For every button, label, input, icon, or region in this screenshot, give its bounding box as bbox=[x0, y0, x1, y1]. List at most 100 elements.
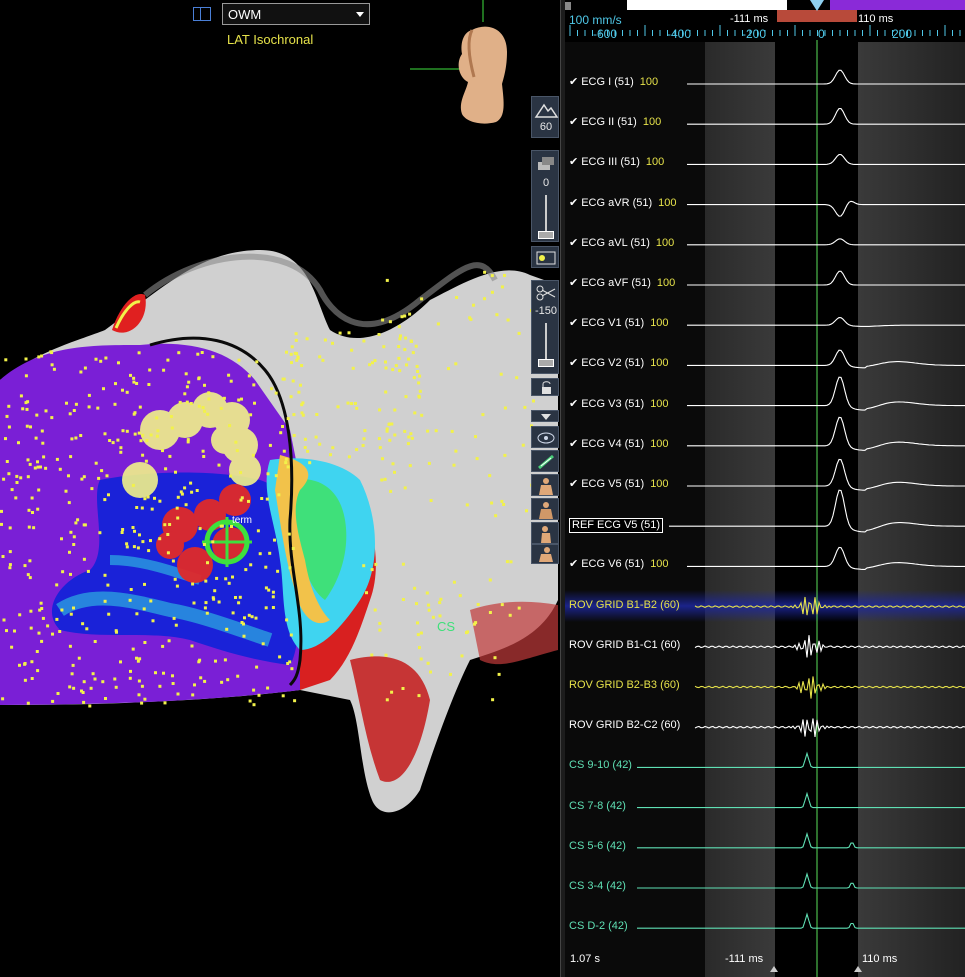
slider-handle[interactable] bbox=[538, 359, 554, 367]
trace-label[interactable]: CS 5-6 (42) bbox=[569, 840, 626, 853]
map-select-dropdown[interactable]: OWM bbox=[222, 3, 370, 25]
trace-waveform bbox=[637, 791, 965, 809]
lock-button[interactable] bbox=[531, 378, 559, 396]
trace-label[interactable]: ✔ ECG V3 (51) 100 bbox=[569, 398, 669, 411]
trace-name: ECG V3 (51) bbox=[581, 397, 645, 410]
ecg-trace-panel[interactable]: 100 mm/s -111 ms 110 ms -600 -400 -200 0… bbox=[565, 0, 965, 977]
opacity-button[interactable]: 60 bbox=[531, 96, 559, 138]
anatomy-map[interactable]: CS term bbox=[0, 0, 560, 977]
map-3d-viewport[interactable]: CS term OWM LAT Isochronal 60 0 -150 bbox=[0, 0, 560, 977]
trace-waveform bbox=[687, 349, 965, 369]
mountain-icon bbox=[534, 103, 559, 118]
check-icon[interactable]: ✔ bbox=[569, 558, 578, 570]
eye-view-button[interactable] bbox=[531, 426, 559, 448]
layers-slider[interactable]: 0 bbox=[531, 150, 559, 242]
check-icon[interactable]: ✔ bbox=[569, 237, 578, 249]
trace-gain: 100 bbox=[650, 558, 669, 571]
trace-label[interactable]: ✔ ECG aVL (51) 100 bbox=[569, 237, 674, 250]
trace-label[interactable]: CS 9-10 (42) bbox=[569, 759, 632, 772]
trace-waveform bbox=[687, 154, 965, 165]
trace-label[interactable]: ✔ ECG aVR (51) 100 bbox=[569, 197, 677, 210]
body-view-left-button[interactable] bbox=[531, 522, 559, 544]
window-caret-icon[interactable] bbox=[770, 966, 778, 972]
opacity-value: 60 bbox=[539, 121, 553, 133]
trace-gain: 100 bbox=[650, 317, 669, 330]
trace-label[interactable]: ROV GRID B1-C1 (60) bbox=[569, 639, 680, 652]
trace-gain: 100 bbox=[642, 116, 662, 129]
bottom-left-label: -111 ms bbox=[725, 953, 764, 965]
trace-label[interactable]: CS D-2 (42) bbox=[569, 920, 628, 933]
trace-name: CS 5-6 (42) bbox=[569, 839, 626, 852]
trace-label[interactable]: ✔ ECG V6 (51) 100 bbox=[569, 558, 669, 571]
trace-name: ECG I (51) bbox=[581, 76, 634, 88]
trace-waveform bbox=[637, 912, 965, 929]
trace-label[interactable]: ✔ ECG V1 (51) 100 bbox=[569, 317, 669, 330]
trace-name: ECG V4 (51) bbox=[581, 437, 645, 450]
check-icon[interactable]: ✔ bbox=[569, 156, 578, 168]
trace-waveform bbox=[687, 416, 965, 451]
trace-waveform bbox=[687, 458, 965, 491]
bottom-right-label: 110 ms bbox=[862, 953, 898, 965]
body-icon bbox=[539, 547, 553, 562]
light-icon bbox=[536, 251, 556, 265]
trace-name: ROV GRID B1-B2 (60) bbox=[569, 598, 680, 611]
trace-label[interactable]: ✔ ECG III (51) 100 bbox=[569, 156, 664, 169]
trace-label[interactable]: ✔ ECG I (51) 100 bbox=[569, 76, 658, 89]
trace-label[interactable]: ROV GRID B2-B3 (60) bbox=[569, 679, 680, 692]
trace-gain: 100 bbox=[650, 478, 669, 490]
trace-gain: 100 bbox=[650, 397, 669, 410]
slider-handle[interactable] bbox=[538, 231, 554, 239]
body-view-back-button[interactable] bbox=[531, 498, 559, 520]
expand-button[interactable] bbox=[531, 410, 559, 422]
check-icon[interactable]: ✔ bbox=[569, 317, 578, 329]
trace-name: ROV GRID B2-C2 (60) bbox=[569, 719, 681, 732]
trace-label[interactable]: ✔ ECG V5 (51) 100 bbox=[569, 478, 669, 491]
check-icon[interactable]: ✔ bbox=[569, 277, 578, 289]
trace-waveform bbox=[694, 718, 965, 737]
trace-name: ECG III (51) bbox=[581, 156, 640, 169]
trace-name: ECG V1 (51) bbox=[581, 317, 645, 330]
trace-gain: 100 bbox=[650, 357, 669, 370]
trace-gain: 100 bbox=[645, 156, 665, 169]
trace-name: CS 9-10 (42) bbox=[569, 759, 632, 772]
check-icon[interactable]: ✔ bbox=[569, 197, 578, 209]
light-button[interactable] bbox=[531, 246, 559, 268]
body-icon bbox=[539, 502, 553, 519]
catheter-icon bbox=[538, 454, 554, 470]
orientation-figure-icon[interactable] bbox=[452, 22, 516, 126]
chevron-down-icon bbox=[356, 12, 364, 17]
slider-track[interactable] bbox=[545, 323, 547, 359]
trace-name: CS 3-4 (42) bbox=[569, 880, 626, 892]
catheter-view-button[interactable] bbox=[531, 450, 559, 472]
trace-label[interactable]: ✔ ECG V2 (51) 100 bbox=[569, 357, 669, 370]
check-icon[interactable]: ✔ bbox=[569, 357, 578, 369]
body-view-right-button[interactable] bbox=[531, 544, 559, 564]
trace-waveform bbox=[637, 872, 965, 889]
trace-label[interactable]: REF ECG V5 (51) bbox=[569, 518, 664, 534]
body-view-front-button[interactable] bbox=[531, 474, 559, 496]
trace-label[interactable]: ROV GRID B2-C2 (60) bbox=[569, 719, 680, 732]
view-select-icon[interactable] bbox=[193, 7, 211, 21]
marker-label: term bbox=[232, 515, 252, 526]
trace-waveform bbox=[687, 317, 965, 327]
slider2-value: -150 bbox=[534, 305, 558, 317]
lock-icon bbox=[542, 381, 551, 394]
trace-waveform bbox=[687, 546, 965, 570]
trace-label[interactable]: ✔ ECG V4 (51) 100 bbox=[569, 438, 669, 451]
check-icon[interactable]: ✔ bbox=[569, 478, 578, 490]
trace-label[interactable]: ✔ ECG aVF (51) 100 bbox=[569, 277, 675, 290]
map-select-value: OWM bbox=[228, 7, 262, 22]
trace-label[interactable]: CS 3-4 (42) bbox=[569, 880, 626, 893]
trace-label[interactable]: ✔ ECG II (51) 100 bbox=[569, 116, 661, 129]
trace-label[interactable]: ROV GRID B1-B2 (60) bbox=[569, 599, 680, 612]
check-icon[interactable]: ✔ bbox=[569, 438, 578, 450]
slider-track[interactable] bbox=[545, 195, 547, 231]
layers-icon bbox=[538, 157, 554, 170]
check-icon[interactable]: ✔ bbox=[569, 116, 578, 128]
trace-label[interactable]: CS 7-8 (42) bbox=[569, 800, 626, 813]
clip-slider[interactable]: -150 bbox=[531, 280, 559, 374]
check-icon[interactable]: ✔ bbox=[569, 76, 578, 88]
window-caret-icon[interactable] bbox=[854, 966, 862, 972]
check-icon[interactable]: ✔ bbox=[569, 398, 578, 410]
eye-icon bbox=[537, 432, 555, 444]
